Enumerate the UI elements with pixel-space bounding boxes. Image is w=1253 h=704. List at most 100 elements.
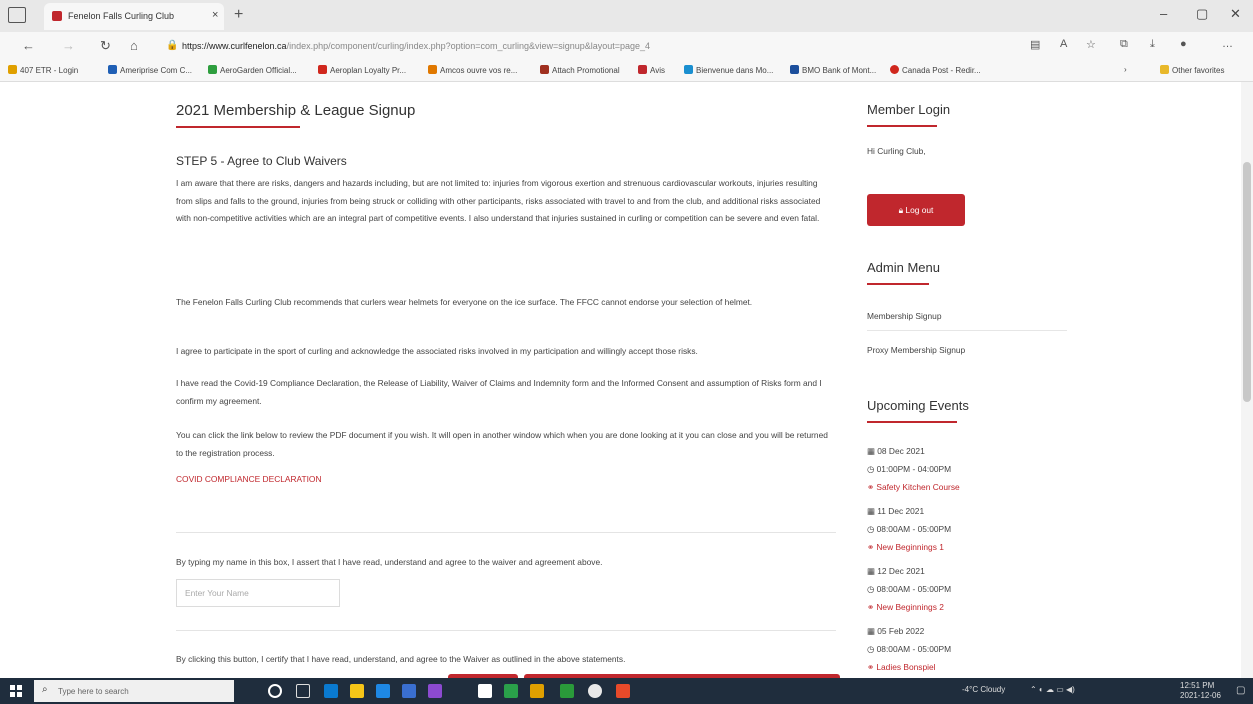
system-tray-icons[interactable]: ⌃ ◐ ☁ ▭ ◀) bbox=[1030, 685, 1075, 694]
file-explorer-icon[interactable] bbox=[350, 684, 364, 698]
title-underline bbox=[867, 125, 937, 127]
bookmark-item[interactable]: Bienvenue dans Mo... bbox=[684, 65, 773, 75]
event-date: ▦ 12 Dec 2021 bbox=[867, 566, 925, 576]
back-icon[interactable]: ← bbox=[22, 38, 35, 53]
tab-title: Fenelon Falls Curling Club bbox=[68, 11, 175, 21]
bookmark-item[interactable]: Aeroplan Loyalty Pr... bbox=[318, 65, 406, 75]
clock-icon: ◷ bbox=[867, 644, 877, 654]
app-icon[interactable] bbox=[530, 684, 544, 698]
browser-tab[interactable]: Fenelon Falls Curling Club × bbox=[44, 3, 224, 30]
refresh-icon[interactable]: ↻ bbox=[100, 38, 111, 54]
event-link[interactable]: ⚭ Safety Kitchen Course bbox=[867, 482, 960, 492]
excel-icon[interactable] bbox=[504, 684, 518, 698]
taskbar-search[interactable]: ⌕ Type here to search bbox=[34, 680, 234, 702]
name-input[interactable] bbox=[176, 579, 340, 607]
waiver-paragraph: I am aware that there are risks, dangers… bbox=[176, 178, 821, 223]
club-favicon-icon bbox=[52, 11, 62, 21]
calendar-icon: ▦ bbox=[867, 566, 878, 576]
page-content: 2021 Membership & League Signup STEP 5 -… bbox=[0, 82, 1253, 678]
collections-icon[interactable]: ⧉ bbox=[1120, 38, 1128, 51]
bookmark-favicon-icon bbox=[540, 65, 549, 74]
maximize-icon[interactable]: ▢ bbox=[1196, 6, 1208, 22]
link-icon: ⚭ bbox=[867, 662, 877, 672]
logout-button[interactable]: 🔒︎ Log out bbox=[867, 194, 965, 226]
bookmark-favicon-icon bbox=[108, 65, 117, 74]
bookmark-item[interactable]: Attach Promotional bbox=[540, 65, 620, 75]
clock-time[interactable]: 12:51 PM bbox=[1180, 681, 1214, 690]
url-host: https://www.curlfenelon.ca bbox=[182, 41, 287, 51]
bookmark-favicon-icon bbox=[428, 65, 437, 74]
event-link[interactable]: ⚭ New Beginnings 1 bbox=[867, 542, 944, 552]
minimize-icon[interactable]: – bbox=[1160, 6, 1167, 21]
link-icon: ⚭ bbox=[867, 482, 877, 492]
browser-tab-bar: Fenelon Falls Curling Club × + – ▢ ✕ bbox=[0, 0, 1253, 32]
tab-close-icon[interactable]: × bbox=[212, 9, 218, 21]
admin-menu-title: Admin Menu bbox=[867, 260, 940, 275]
event-date: ▦ 05 Feb 2022 bbox=[867, 626, 925, 636]
address-bar[interactable]: 🔒 https://www.curlfenelon.ca/index.php/c… bbox=[162, 35, 1022, 57]
notifications-icon[interactable]: ▢ bbox=[1236, 685, 1245, 696]
page-title: 2021 Membership & League Signup bbox=[176, 102, 416, 119]
app-icon[interactable] bbox=[560, 684, 574, 698]
favorite-star-icon[interactable]: ☆ bbox=[1086, 38, 1096, 51]
section-divider bbox=[176, 630, 836, 631]
calendar-icon: ▦ bbox=[867, 626, 878, 636]
bookmark-item[interactable]: Amcos ouvre vos re... bbox=[428, 65, 517, 75]
upcoming-events-title: Upcoming Events bbox=[867, 398, 969, 413]
bookmark-item[interactable]: AeroGarden Official... bbox=[208, 65, 297, 75]
covid-declaration-link[interactable]: COVID COMPLIANCE DECLARATION bbox=[176, 474, 322, 484]
step-title: STEP 5 - Agree to Club Waivers bbox=[176, 154, 347, 168]
bookmark-item[interactable]: Ameriprise Com C... bbox=[108, 65, 192, 75]
clock-icon: ◷ bbox=[867, 464, 877, 474]
bookmark-item[interactable]: BMO Bank of Mont... bbox=[790, 65, 876, 75]
scrollbar-thumb[interactable] bbox=[1243, 162, 1251, 402]
lock-icon: 🔒 bbox=[166, 40, 179, 51]
event-link[interactable]: ⚭ Ladies Bonspiel bbox=[867, 662, 936, 672]
bookmark-favicon-icon bbox=[890, 65, 899, 74]
bookmark-item[interactable]: 407 ETR - Login bbox=[8, 65, 78, 75]
downloads-icon[interactable]: ⤓ bbox=[1150, 38, 1155, 51]
event-time: ◷ 01:00PM - 04:00PM bbox=[867, 464, 952, 474]
app-icon[interactable] bbox=[616, 684, 630, 698]
clock-icon: ◷ bbox=[867, 524, 877, 534]
task-view-icon[interactable] bbox=[296, 684, 310, 698]
browser-menu-icon[interactable]: … bbox=[1222, 38, 1233, 50]
store-icon[interactable] bbox=[376, 684, 390, 698]
bookmark-item[interactable]: Canada Post - Redir... bbox=[890, 65, 981, 75]
typing-statement: By typing my name in this box, I assert … bbox=[176, 557, 603, 567]
reader-view-icon[interactable]: ▤ bbox=[1030, 38, 1040, 51]
admin-menu-item[interactable]: Proxy Membership Signup bbox=[867, 345, 1067, 355]
profile-avatar-icon[interactable]: ● bbox=[1180, 38, 1187, 50]
event-time: ◷ 08:00AM - 05:00PM bbox=[867, 644, 952, 654]
admin-menu-item[interactable]: Membership Signup bbox=[867, 311, 1067, 321]
windows-start-icon[interactable] bbox=[10, 685, 22, 697]
forward-icon[interactable]: → bbox=[62, 38, 75, 53]
bookmarks-overflow-icon[interactable]: › bbox=[1124, 65, 1127, 74]
tab-actions-icon[interactable] bbox=[8, 7, 26, 23]
windows-taskbar: ⌕ Type here to search -4°C Cloudy ⌃ ◐ ☁ … bbox=[0, 678, 1253, 704]
link-icon: ⚭ bbox=[867, 602, 877, 612]
title-underline bbox=[867, 283, 929, 285]
cortana-icon[interactable] bbox=[268, 684, 282, 698]
teams-icon[interactable] bbox=[428, 684, 442, 698]
mail-icon[interactable] bbox=[402, 684, 416, 698]
bookmark-item[interactable]: Avis bbox=[638, 65, 665, 75]
clock-date[interactable]: 2021-12-06 bbox=[1180, 691, 1221, 700]
bookmark-favicon-icon bbox=[318, 65, 327, 74]
window-close-icon[interactable]: ✕ bbox=[1230, 6, 1241, 22]
weather-widget[interactable]: -4°C Cloudy bbox=[962, 685, 1005, 694]
bookmark-favicon-icon bbox=[208, 65, 217, 74]
notepad-icon[interactable] bbox=[478, 684, 492, 698]
chrome-icon[interactable] bbox=[588, 684, 602, 698]
home-icon[interactable]: ⌂ bbox=[130, 38, 138, 53]
read-aloud-icon[interactable]: A bbox=[1060, 38, 1067, 50]
folder-icon bbox=[1160, 65, 1169, 74]
edge-icon[interactable] bbox=[324, 684, 338, 698]
other-favorites[interactable]: Other favorites bbox=[1160, 65, 1224, 75]
menu-divider bbox=[867, 330, 1067, 331]
clock-icon: ◷ bbox=[867, 584, 877, 594]
event-date: ▦ 11 Dec 2021 bbox=[867, 506, 925, 516]
page-scrollbar[interactable] bbox=[1241, 82, 1253, 678]
event-link[interactable]: ⚭ New Beginnings 2 bbox=[867, 602, 944, 612]
new-tab-icon[interactable]: + bbox=[234, 6, 243, 24]
